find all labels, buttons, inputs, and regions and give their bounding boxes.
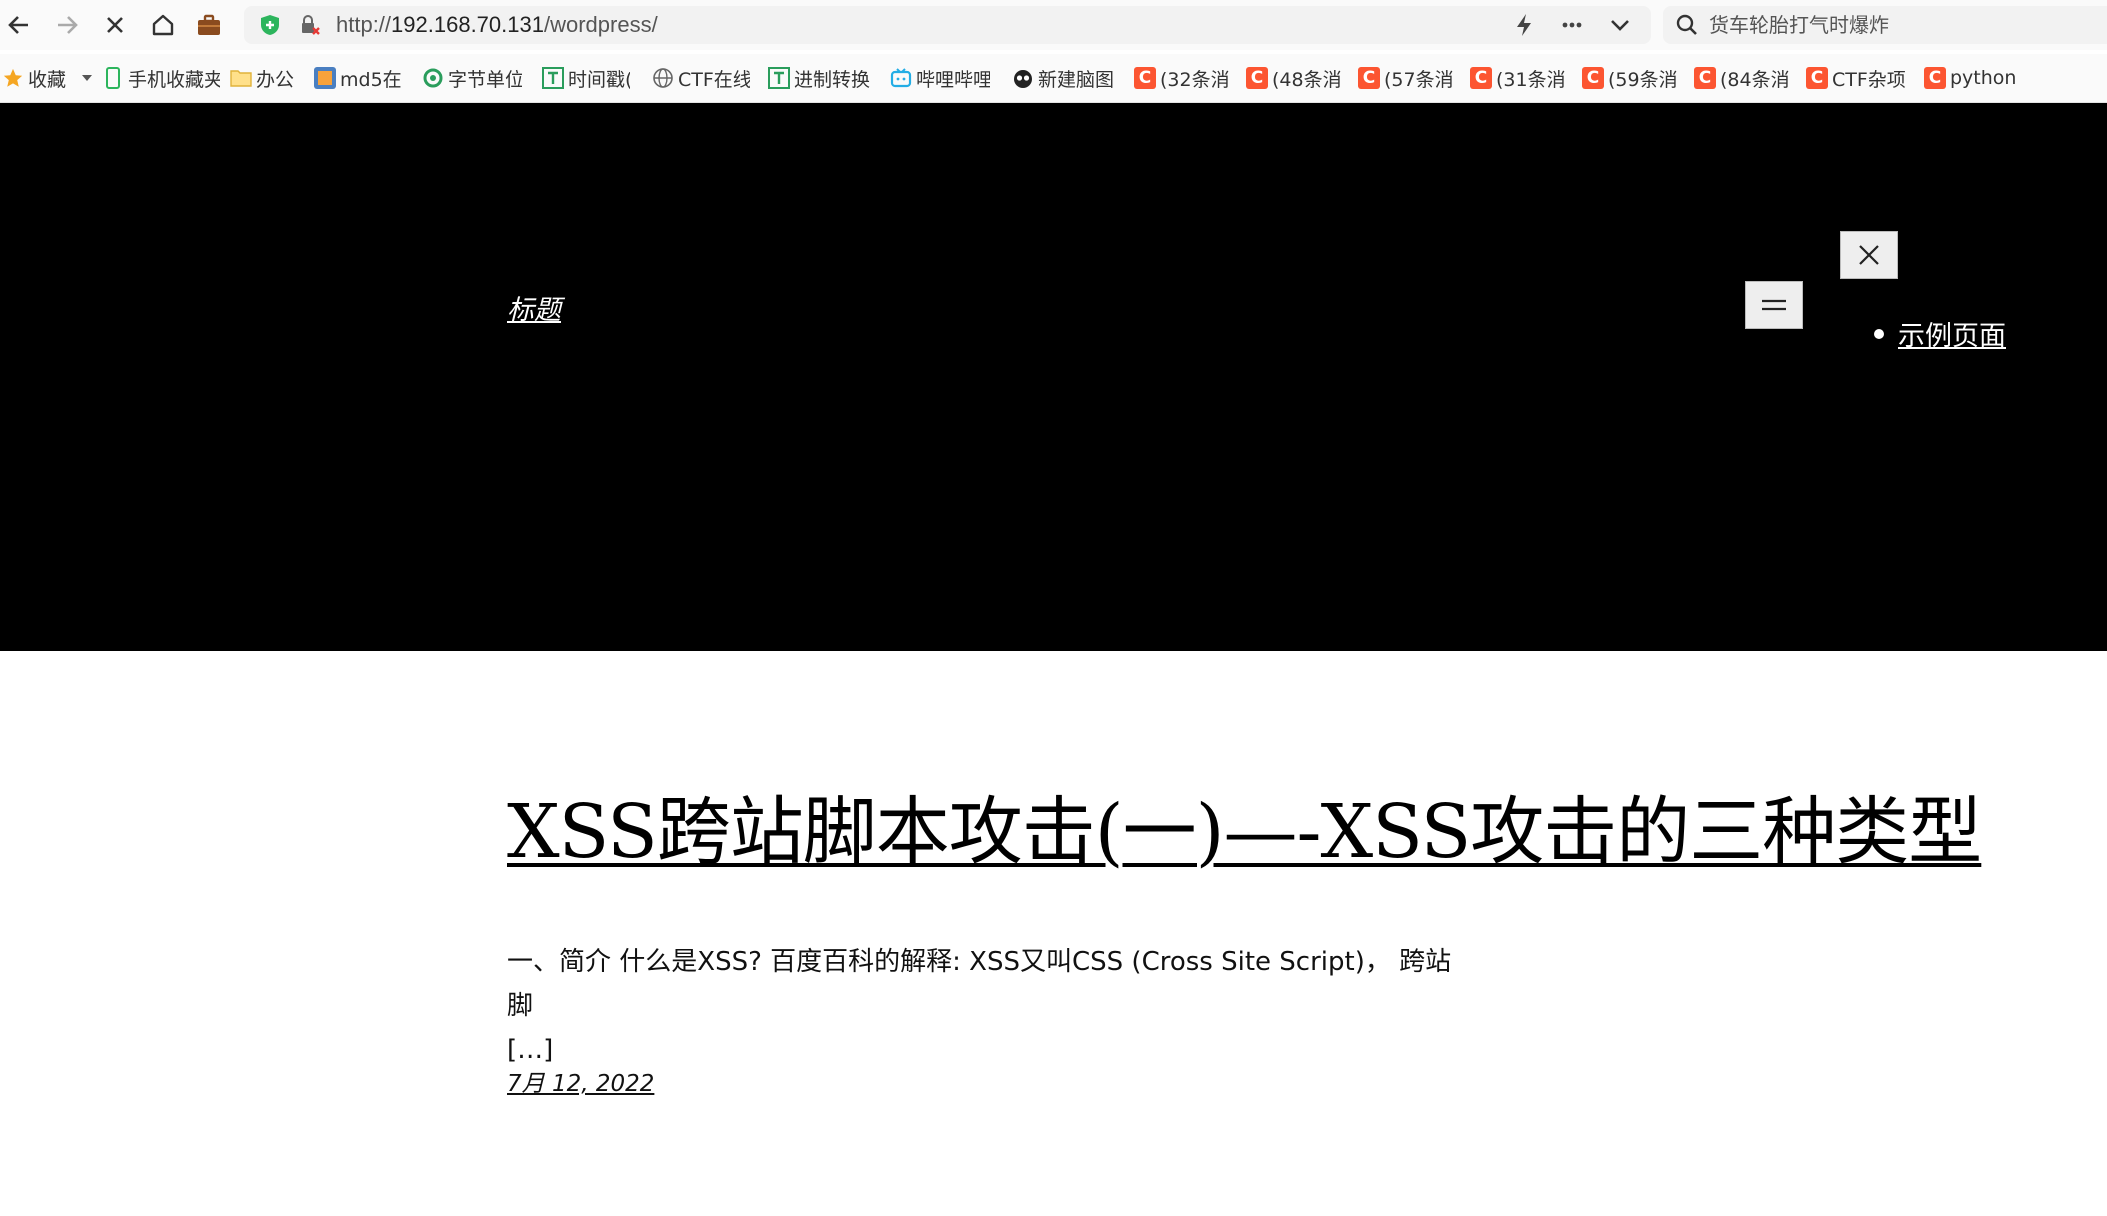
post-date-link[interactable]: 7月 12, 2022	[507, 1064, 654, 1098]
csdn-icon: C	[1924, 67, 1946, 89]
csdn-icon: C	[1806, 67, 1828, 89]
bookmark-timestamp[interactable]: 时间戳(	[542, 64, 630, 92]
folder-icon	[230, 67, 252, 89]
bookmark-csdn-ctf-misc[interactable]: C CTF杂项	[1806, 64, 1906, 92]
bookmark-label: (31条消	[1496, 68, 1566, 91]
bookmark-csdn-4[interactable]: C (31条消	[1470, 64, 1566, 92]
bullet-icon	[1874, 328, 1884, 339]
bookmark-csdn-3[interactable]: C (57条消	[1358, 64, 1454, 92]
hamburger-icon	[1762, 299, 1786, 311]
caret-down-icon	[82, 75, 92, 81]
primary-navigation: 示例页面	[1874, 314, 2006, 353]
globe-icon	[652, 67, 674, 89]
bookmark-csdn-1[interactable]: C (32条消	[1134, 64, 1230, 92]
csdn-icon: C	[1358, 67, 1380, 89]
browser-toolbar: http://192.168.70.131/wordpress/ 货车轮胎打气时…	[0, 0, 2107, 50]
bookmark-label: 新建脑图	[1038, 68, 1115, 91]
post-title-link[interactable]: XSS跨站脚本攻击(一)—-XSS攻击的三种类型	[507, 782, 2007, 882]
csdn-icon: C	[1134, 67, 1156, 89]
site-icon	[314, 67, 336, 89]
back-button[interactable]	[2, 8, 36, 42]
nav-item-sample-page: 示例页面	[1874, 314, 2006, 353]
bookmark-label: (59条消	[1608, 68, 1678, 91]
bookmark-dropdown[interactable]	[80, 64, 100, 92]
address-bar[interactable]: http://192.168.70.131/wordpress/	[244, 6, 1651, 44]
close-menu-button[interactable]	[1840, 231, 1898, 279]
open-menu-button[interactable]	[1745, 281, 1803, 329]
bookmark-label: python	[1950, 67, 2017, 89]
site-header	[0, 103, 2107, 651]
search-placeholder: 货车轮胎打气时爆炸	[1709, 13, 1889, 37]
chevron-down-icon[interactable]	[1606, 11, 1634, 39]
bookmarks-bar: 收藏 手机收藏夹 办公 md5在 字节单位 时间戳( CTF在线 进制转换 哔哩…	[0, 54, 2107, 103]
bookmark-label: CTF杂项	[1832, 68, 1906, 91]
bookmark-label: 时间戳(	[568, 68, 630, 91]
bookmark-md5[interactable]: md5在	[314, 64, 402, 92]
csdn-icon: C	[1470, 67, 1492, 89]
bookmark-byte-unit[interactable]: 字节单位	[422, 64, 522, 92]
csdn-icon: C	[1246, 67, 1268, 89]
stop-loading-button[interactable]	[98, 8, 132, 42]
bookmark-label: (48条消	[1272, 68, 1342, 91]
home-button[interactable]	[146, 8, 180, 42]
lightning-icon[interactable]	[1510, 11, 1538, 39]
phone-icon	[102, 67, 124, 89]
insecure-lock-icon[interactable]	[296, 11, 324, 39]
bookmark-label: (84条消	[1720, 68, 1790, 91]
url-scheme: http://	[336, 12, 392, 37]
nav-link-sample-page[interactable]: 示例页面	[1898, 314, 2006, 353]
bilibili-icon	[890, 67, 912, 89]
close-icon	[1859, 245, 1879, 265]
forward-arrow-icon	[58, 16, 78, 34]
bookmark-bilibili[interactable]: 哔哩哔哩	[890, 64, 990, 92]
toolbox-button[interactable]	[192, 8, 226, 42]
bookmark-label: (57条消	[1384, 68, 1454, 91]
site-icon	[768, 67, 790, 89]
bookmark-label: 进制转换	[794, 68, 870, 91]
csdn-icon: C	[1582, 67, 1604, 89]
bookmark-office[interactable]: 办公	[230, 64, 298, 92]
csdn-icon: C	[1694, 67, 1716, 89]
site-icon	[422, 67, 444, 89]
site-title-link[interactable]: 标题	[507, 288, 561, 327]
url-path: /wordpress/	[543, 12, 658, 37]
bookmark-csdn-6[interactable]: C (84条消	[1694, 64, 1790, 92]
star-icon	[2, 67, 24, 89]
bookmark-ctf-online[interactable]: CTF在线	[652, 64, 750, 92]
search-box[interactable]: 货车轮胎打气时爆炸	[1663, 6, 2107, 44]
bookmark-csdn-2[interactable]: C (48条消	[1246, 64, 1342, 92]
bookmark-label: md5在	[340, 68, 402, 91]
url-text[interactable]: http://192.168.70.131/wordpress/	[336, 6, 658, 44]
bookmark-csdn-5[interactable]: C (59条消	[1582, 64, 1678, 92]
forward-button[interactable]	[50, 8, 84, 42]
excerpt-text: 一、简介 什么是XSS? 百度百科的解释: XSS又叫CSS (Cross Si…	[507, 947, 1452, 1021]
more-icon[interactable]	[1558, 11, 1586, 39]
site-icon	[542, 67, 564, 89]
bookmark-label: 办公	[256, 68, 295, 91]
bookmark-csdn-python[interactable]: C python	[1924, 64, 2024, 92]
bookmark-mindmap[interactable]: 新建脑图	[1012, 64, 1116, 92]
bookmark-label: 哔哩哔哩	[916, 68, 990, 91]
back-arrow-icon	[8, 16, 28, 34]
search-icon	[1673, 11, 1701, 39]
bookmark-favorites[interactable]: 收藏	[2, 64, 72, 92]
post-excerpt: 一、简介 什么是XSS? 百度百科的解释: XSS又叫CSS (Cross Si…	[507, 940, 1467, 1072]
bookmark-label: (32条消	[1160, 68, 1230, 91]
bookmark-label: CTF在线	[678, 68, 750, 91]
bookmark-base-convert[interactable]: 进制转换	[768, 64, 870, 92]
bookmark-label: 字节单位	[448, 68, 522, 91]
site-icon	[1012, 67, 1034, 89]
bookmark-label: 手机收藏夹	[128, 68, 220, 91]
close-icon	[107, 17, 123, 33]
shield-icon	[256, 11, 284, 39]
bookmark-mobile-favorites[interactable]: 手机收藏夹	[102, 64, 220, 92]
url-host: 192.168.70.131	[391, 12, 544, 37]
bookmark-label: 收藏	[28, 68, 67, 91]
briefcase-icon	[198, 14, 220, 35]
home-icon	[152, 14, 174, 36]
